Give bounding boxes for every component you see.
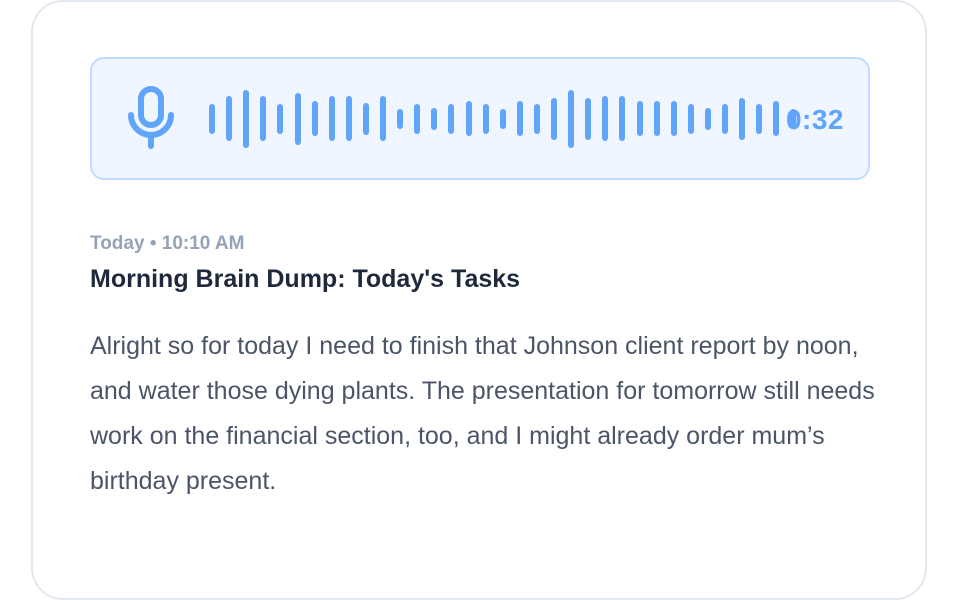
waveform-bar [260,96,267,141]
audio-player[interactable]: 0:32 [90,57,870,180]
waveform-bar [585,97,592,140]
waveform-bar [687,103,694,134]
note-timestamp: Today • 10:10 AM [90,233,245,254]
waveform-bar [380,96,386,141]
waveform-bar [328,96,335,141]
waveform-bar [773,101,780,136]
microphone-icon[interactable] [126,86,176,150]
waveform-bar [551,97,557,140]
waveform-bar [311,101,318,136]
note-title: Morning Brain Dump: Today's Tasks [90,265,521,293]
waveform-bar [345,96,352,141]
waveform-bar [226,96,233,141]
waveform-bar [362,102,369,135]
waveform-bar [670,101,677,136]
waveform-bar [722,103,728,134]
waveform-bar [243,89,250,148]
waveform-bar [653,101,660,136]
waveform-bar [448,103,455,134]
waveform-bar [533,103,540,134]
waveform-bar [602,96,609,141]
waveform-bar [294,92,301,145]
waveform-bar [619,96,626,141]
recording-duration: 0:32 [785,104,844,135]
waveform[interactable] [92,59,872,182]
waveform-bar [636,101,643,136]
waveform-bar [756,103,763,134]
waveform-bar [482,103,489,134]
waveform-bar [431,107,438,130]
waveform-bar [277,103,284,134]
waveform-bar [397,108,404,129]
waveform-bar [414,103,421,134]
waveform-bar [209,103,215,134]
waveform-bar [516,101,523,136]
waveform-bar [568,89,575,148]
waveform-bar [499,108,506,129]
waveform-bar [739,97,746,140]
waveform-bar [704,107,711,130]
note-transcript: Alright so for today I need to finish th… [90,332,875,495]
waveform-bar [465,101,472,136]
